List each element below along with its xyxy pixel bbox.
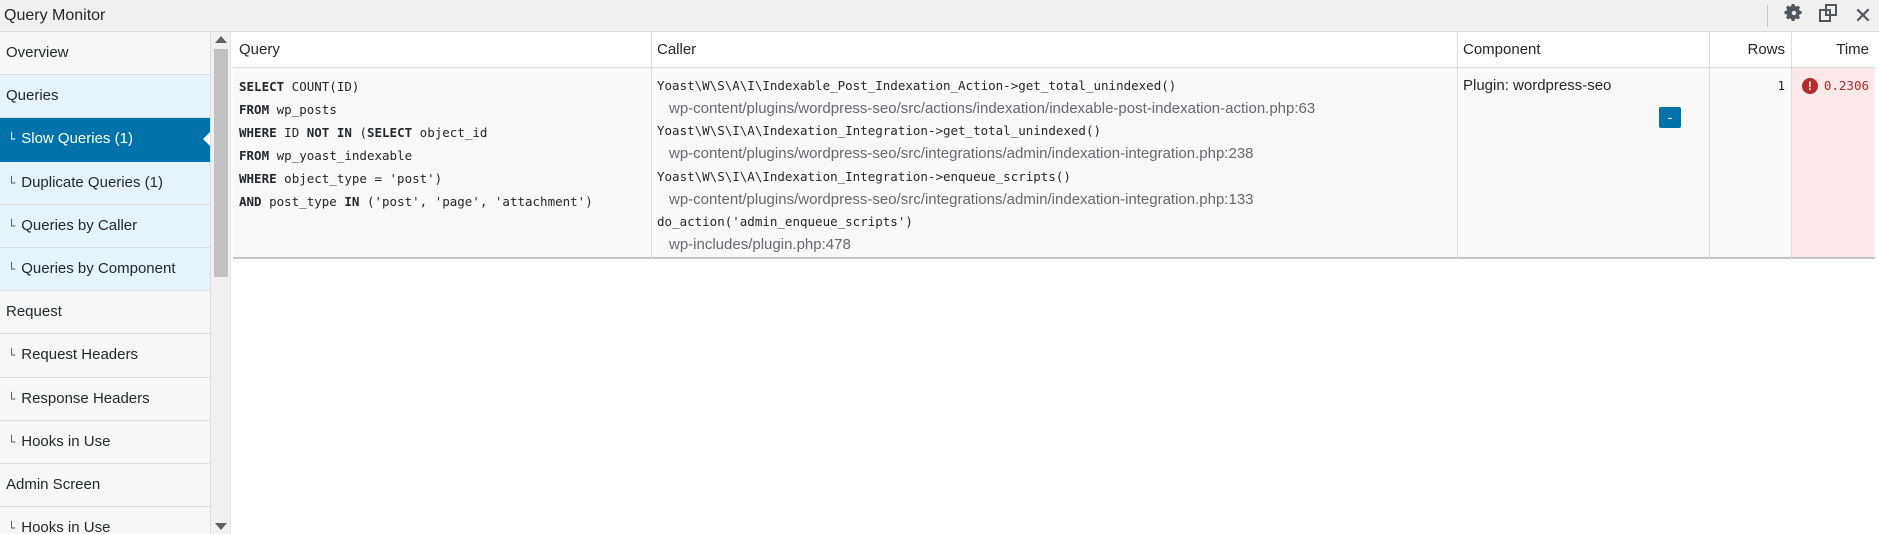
- tree-branch-icon: └: [8, 132, 16, 147]
- header-rows[interactable]: Rows: [1709, 32, 1791, 68]
- sql-line: WHERE object_type = 'post'): [239, 171, 443, 186]
- pop-out-icon: [1818, 3, 1838, 29]
- caller-function: Yoast\W\S\I\A\Indexation_Integration->en…: [657, 168, 1071, 184]
- sidebar-item-response-headers[interactable]: └ Response Headers: [0, 378, 210, 421]
- toolbar-divider: [1767, 5, 1768, 27]
- time-cell: ! 0.2306: [1792, 68, 1875, 257]
- caller-toggle-button[interactable]: -: [1659, 107, 1681, 128]
- sidebar-item-slow-queries-1[interactable]: └ Slow Queries (1): [0, 118, 210, 162]
- close-icon: ✕: [1853, 3, 1873, 28]
- sidebar-item-queries-by-caller[interactable]: └ Queries by Caller: [0, 204, 210, 248]
- sidebar-item-queries[interactable]: Queries: [0, 75, 210, 119]
- sidebar-nav: Overview Queries └ Slow Queries (1) └ Duplica…: [0, 32, 211, 534]
- tree-branch-icon: └: [8, 391, 16, 406]
- scroll-up-arrow-icon[interactable]: [215, 36, 227, 43]
- sidebar-item-label: Slow Queries (1): [21, 130, 133, 148]
- caller-function: Yoast\W\S\A\I\Indexable_Post_Indexation_…: [657, 78, 1177, 93]
- sidebar-item-label: Queries by Component: [21, 259, 176, 277]
- sidebar-item-label: Request: [6, 303, 62, 321]
- tree-branch-icon: └: [8, 521, 16, 534]
- query-cell: SELECT COUNT(ID) FROM wp_posts WHERE ID NO…: [233, 68, 651, 220]
- error-icon: !: [1801, 78, 1818, 95]
- header-query[interactable]: Query: [233, 32, 651, 68]
- scroll-thumb[interactable]: [214, 49, 228, 277]
- sql-line: WHERE ID NOT IN (SELECT object_id: [239, 125, 488, 140]
- sidebar-item-request[interactable]: Request: [0, 291, 210, 335]
- header-caller[interactable]: Caller: [651, 32, 1457, 68]
- sidebar-item-duplicate-queries-1[interactable]: └ Duplicate Queries (1): [0, 161, 210, 205]
- sidebar-item-overview[interactable]: Overview: [0, 32, 210, 76]
- sql-line: FROM wp_posts: [239, 102, 337, 117]
- sql-line: FROM wp_yoast_indexable: [239, 148, 413, 163]
- caller-cell: Yoast\W\S\A\I\Indexable_Post_Indexation_…: [651, 68, 1457, 264]
- sidebar-item-request-headers[interactable]: └ Request Headers: [0, 334, 210, 378]
- sidebar-item-label: Response Headers: [21, 389, 150, 407]
- sidebar-item-admin-screen[interactable]: Admin Screen: [0, 464, 210, 508]
- rows-cell: 1: [1777, 78, 1785, 93]
- header-component[interactable]: Component: [1457, 32, 1709, 68]
- sidebar-item-queries-by-component[interactable]: └ Queries by Component: [0, 247, 210, 292]
- column-divider: [1709, 32, 1710, 259]
- sidebar-item-label: Queries by Caller: [21, 216, 138, 234]
- sidebar-item-label: Overview: [6, 44, 69, 61]
- caller-function: do_action('admin_enqueue_scripts'): [657, 214, 913, 230]
- sidebar-item-hooks-in-use[interactable]: └ Hooks in Use: [0, 421, 210, 464]
- tree-branch-icon: └: [8, 348, 16, 363]
- tree-branch-icon: └: [8, 261, 16, 276]
- gear-icon: [1784, 3, 1804, 29]
- caller-file-link[interactable]: wp-includes/plugin.php:478: [657, 234, 1451, 257]
- tree-branch-icon: └: [8, 175, 16, 190]
- caller-file-link[interactable]: wp-content/plugins/wordpress-seo/src/int…: [657, 189, 1451, 212]
- sidebar-item-label: Duplicate Queries (1): [21, 173, 163, 191]
- pop-out-button[interactable]: [1816, 4, 1840, 28]
- caller-file-link[interactable]: wp-content/plugins/wordpress-seo/src/act…: [657, 98, 1451, 121]
- time-value: 0.2306: [1823, 78, 1869, 94]
- title-bar: Query Monitor ✕: [0, 0, 1879, 32]
- sidebar-item-label: Admin Screen: [6, 475, 101, 493]
- caller-file-link[interactable]: wp-content/plugins/wordpress-seo/src/int…: [657, 143, 1451, 166]
- settings-button[interactable]: [1782, 3, 1806, 29]
- sidebar-item-label: Queries: [6, 87, 59, 105]
- tree-branch-icon: └: [8, 434, 16, 449]
- sidebar-item-label: Hooks in Use: [21, 432, 111, 450]
- app-title: Query Monitor: [4, 7, 106, 24]
- sql-line: AND post_type IN ('post', 'page', 'attac…: [239, 194, 593, 209]
- scroll-down-arrow-icon[interactable]: [215, 523, 227, 530]
- tree-branch-icon: └: [8, 218, 16, 233]
- close-button[interactable]: ✕: [1851, 3, 1875, 28]
- header-time[interactable]: Time: [1791, 32, 1875, 68]
- sidebar-scrollbar[interactable]: [211, 32, 231, 534]
- sidebar-item-label: Request Headers: [21, 346, 138, 364]
- caller-function: Yoast\W\S\I\A\Indexation_Integration->ge…: [657, 123, 1102, 139]
- sidebar-item-hooks-in-use[interactable]: └ Hooks in Use: [0, 507, 210, 534]
- component-cell: Plugin: wordpress-seo: [1463, 77, 1612, 94]
- sql-line: SELECT COUNT(ID): [239, 79, 360, 94]
- column-divider: [1457, 32, 1458, 259]
- sidebar-item-label: Hooks in Use: [21, 519, 111, 534]
